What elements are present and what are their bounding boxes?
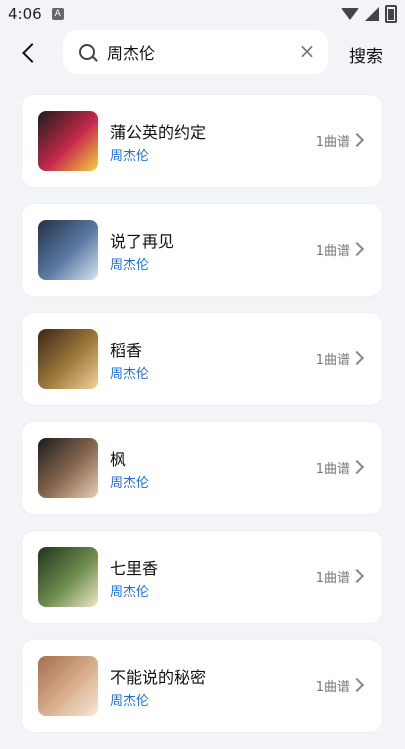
album-cover — [38, 111, 98, 171]
status-app-icon: A — [51, 8, 64, 20]
artist-name: 周杰伦 — [110, 367, 150, 382]
result-item-4[interactable]: 七里香 周杰伦 1曲谱 — [22, 531, 382, 623]
album-cover — [38, 547, 98, 607]
chevron-right-icon — [349, 241, 365, 257]
results-list: 蒲公英的约定 周杰伦 1曲谱 说了再见 周杰伦 1曲谱 稻香 周杰伦 1曲谱 枫… — [22, 95, 382, 749]
status-left: 4:06 A — [8, 5, 64, 23]
search-value: 周杰伦 — [107, 44, 156, 63]
chevron-right-icon — [349, 350, 365, 366]
artist-name: 周杰伦 — [110, 476, 150, 491]
result-item-2[interactable]: 稻香 周杰伦 1曲谱 — [22, 313, 382, 405]
chevron-right-icon — [349, 677, 365, 693]
battery-icon — [385, 5, 397, 23]
artist-name: 周杰伦 — [110, 585, 150, 600]
clear-icon[interactable]: × — [298, 41, 316, 61]
wifi-icon — [341, 8, 359, 20]
artist-name: 周杰伦 — [110, 149, 150, 164]
search-submit-button[interactable]: 搜索 — [349, 42, 383, 67]
song-title: 不能说的秘密 — [110, 668, 207, 687]
score-count: 1曲谱 — [315, 462, 350, 477]
song-title: 枫 — [110, 450, 127, 469]
result-item-0[interactable]: 蒲公英的约定 周杰伦 1曲谱 — [22, 95, 382, 187]
signal-icon — [365, 7, 379, 21]
song-title: 蒲公英的约定 — [110, 123, 207, 142]
status-bar: 4:06 A — [0, 0, 405, 28]
score-count: 1曲谱 — [315, 571, 350, 586]
song-title: 说了再见 — [110, 232, 175, 251]
score-count: 1曲谱 — [315, 244, 350, 259]
score-count: 1曲谱 — [315, 353, 350, 368]
chevron-right-icon — [349, 132, 365, 148]
album-cover — [38, 656, 98, 716]
album-cover — [38, 329, 98, 389]
back-button[interactable] — [6, 31, 50, 75]
artist-name: 周杰伦 — [110, 258, 150, 273]
result-item-3[interactable]: 枫 周杰伦 1曲谱 — [22, 422, 382, 514]
result-item-5[interactable]: 不能说的秘密 周杰伦 1曲谱 — [22, 640, 382, 732]
score-count: 1曲谱 — [315, 680, 350, 695]
score-count: 1曲谱 — [315, 135, 350, 150]
album-cover — [38, 438, 98, 498]
song-title: 稻香 — [110, 341, 143, 360]
status-time: 4:06 — [8, 5, 42, 23]
chevron-right-icon — [349, 568, 365, 584]
chevron-right-icon — [349, 459, 365, 475]
back-icon — [22, 43, 42, 63]
search-header: 周杰伦 × 搜索 — [0, 28, 405, 78]
artist-name: 周杰伦 — [110, 694, 150, 709]
search-input[interactable]: 周杰伦 × — [63, 30, 328, 74]
album-cover — [38, 220, 98, 280]
search-icon — [79, 44, 95, 60]
status-right — [341, 5, 397, 23]
song-title: 七里香 — [110, 559, 159, 578]
result-item-1[interactable]: 说了再见 周杰伦 1曲谱 — [22, 204, 382, 296]
